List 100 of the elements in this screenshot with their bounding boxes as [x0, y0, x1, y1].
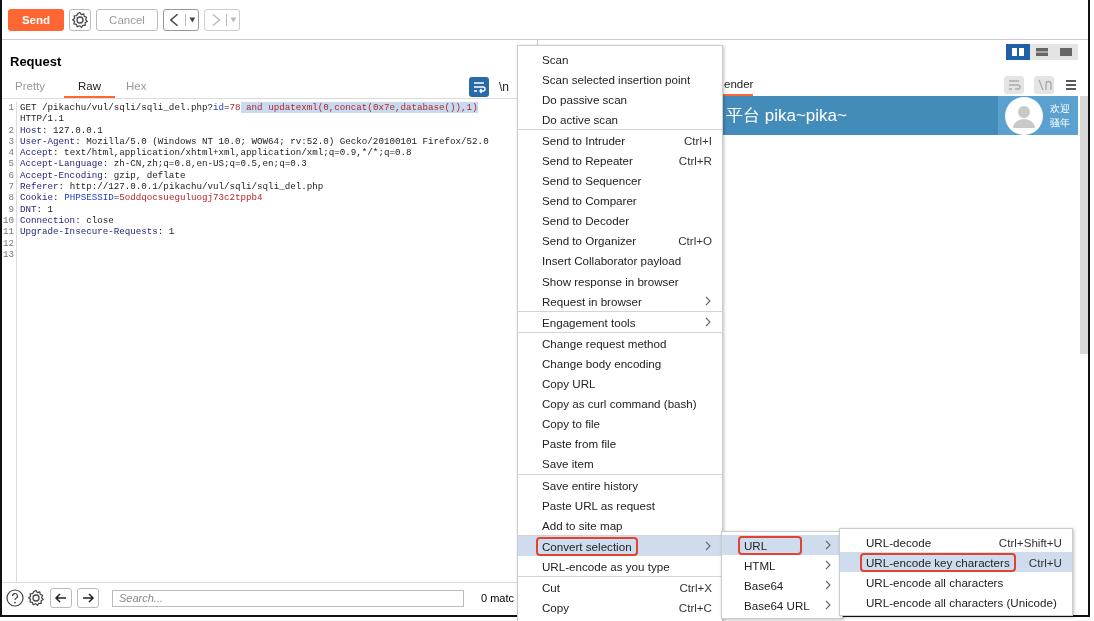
menu-item[interactable]: URL-encode as you type [518, 556, 722, 577]
menu-item[interactable]: HTML [722, 555, 842, 576]
menu-item[interactable]: Send to Intruder Ctrl+I [518, 129, 722, 151]
menu-item[interactable]: Show response in browser [518, 271, 722, 292]
chevron-icon[interactable] [704, 296, 712, 307]
next-match-button[interactable] [77, 588, 99, 608]
menu-item[interactable]: Base64 [722, 575, 842, 596]
greeting-text: 欢迎 [1050, 101, 1070, 116]
greeting-text: 骚年 [1050, 115, 1070, 130]
chevron-icon[interactable] [824, 600, 832, 611]
menu-item[interactable]: Request in browser [518, 291, 722, 312]
menu-item[interactable]: Convert selection [518, 535, 722, 557]
shortcut-text: Ctrl+X [679, 581, 712, 594]
line-number: 10 [2, 214, 15, 227]
match-count: 0 matc [481, 592, 514, 604]
annotation-outline [738, 535, 802, 555]
menu-item[interactable]: Paste from file [518, 433, 722, 454]
code-text: : zh-CN,zh;q=0.8,en-US;q=0.5,en;q=0.3 [102, 158, 307, 170]
shortcut-text: Ctrl+Shift+U [998, 535, 1062, 549]
menu-item[interactable]: Change request method [518, 332, 722, 354]
menu-icon[interactable] [1064, 78, 1078, 92]
help-icon[interactable] [6, 589, 24, 607]
menu-item[interactable]: Do active scan [518, 109, 722, 130]
code-text: = [224, 102, 230, 113]
back-button[interactable] [163, 8, 199, 31]
shortcut-text: Ctrl+O [678, 234, 712, 248]
menu-item[interactable]: Scan selected insertion point [518, 69, 722, 90]
newline-toggle[interactable]: \n [499, 80, 509, 94]
code-text: 5oddqocsueguluogj73c2tppb4 [119, 192, 263, 204]
editor-tab[interactable]: Raw [64, 76, 116, 98]
avatar-icon[interactable] [1004, 95, 1044, 136]
code-text: Cookie [20, 192, 54, 204]
scrollbar[interactable] [1080, 96, 1088, 354]
word-wrap-icon[interactable] [469, 77, 489, 97]
menu-item[interactable]: Engagement tools [518, 311, 722, 333]
code-text: = [113, 192, 120, 204]
code-text: DNT [20, 203, 37, 215]
shortcut-text: Ctrl+R [678, 154, 712, 167]
layout-button[interactable] [1006, 44, 1030, 60]
code-text: PHPSESSID [64, 192, 114, 204]
menu-item[interactable]: Base64 URL [722, 595, 842, 616]
menu-item[interactable]: Copy URL [518, 373, 722, 394]
menu-item[interactable]: Send to Decoder [518, 210, 722, 231]
code-text: HTTP/1.1 [20, 113, 65, 125]
line-number: 3 [7, 135, 15, 148]
menu-item[interactable]: Scan [518, 49, 722, 70]
panel-title: Request [9, 53, 63, 71]
line-number: 6 [7, 169, 15, 182]
shortcut-text: Ctrl+C [678, 601, 712, 615]
menu-item[interactable]: Send to Sequencer [518, 170, 722, 191]
chevron-icon[interactable] [824, 560, 832, 571]
layout-button[interactable] [1030, 44, 1054, 60]
menu-item[interactable]: Save entire history [518, 473, 722, 496]
line-number: 2 [7, 124, 15, 136]
layout-button[interactable] [1054, 44, 1078, 60]
menu-item[interactable]: Add to site map [518, 515, 722, 536]
menu-item[interactable]: Paste URL as request [518, 495, 722, 516]
code-text: id [213, 102, 224, 113]
menu-item[interactable]: Send to Repeater Ctrl+R [518, 150, 722, 171]
code-text: Referer [20, 181, 59, 193]
menu-item[interactable]: Copy to file [518, 413, 722, 434]
code-text: : 1 [36, 203, 54, 215]
line-number: 1 [7, 102, 15, 114]
chevron-icon[interactable] [704, 317, 712, 328]
previous-match-button[interactable] [50, 588, 72, 608]
search-field[interactable]: Search... [112, 589, 464, 607]
caret-icon [230, 16, 237, 23]
code-text: User-Agent [20, 135, 76, 147]
line-number: 11 [2, 226, 15, 238]
chevron-icon[interactable] [824, 540, 832, 551]
menu-item[interactable]: Send to Organizer Ctrl+O [518, 230, 722, 251]
menu-item[interactable]: Send to Comparer [518, 190, 722, 211]
code-text: : 127.0.0.1 [42, 124, 103, 136]
line-number: 4 [7, 147, 15, 159]
site-title: 平台 pika~pika~ [725, 105, 847, 127]
menu-item[interactable]: Copy as curl command (bash) [518, 393, 722, 414]
menu-item[interactable]: Insert Collaborator payload [518, 250, 722, 272]
code-text: 78 [229, 102, 241, 113]
line-number: 13 [2, 248, 15, 261]
chevron-icon[interactable] [824, 580, 832, 591]
code-text: : [53, 192, 60, 204]
settings-icon[interactable] [27, 589, 45, 607]
caret-icon [189, 16, 196, 23]
code-text: : gzip, deflate [102, 169, 186, 181]
code-text: : text/html,application/xhtml+xml,application/xml;q=0.9,*/*;q=0.8 [53, 147, 412, 159]
menu-item[interactable]: Copy Ctrl+C [518, 597, 722, 618]
menu-item[interactable]: URL-encode key characters Ctrl+U [840, 552, 1072, 573]
menu-item[interactable]: Save item [518, 453, 722, 474]
menu-item[interactable]: Change body encoding [518, 353, 722, 374]
menu-item[interactable]: URL [722, 535, 842, 556]
menu-item[interactable]: URL-decode Ctrl+Shift+U [840, 532, 1072, 553]
chevron-icon[interactable] [704, 541, 712, 552]
code-text: GET /pikachu/vul/sqli/sqli_del.php? [20, 102, 213, 113]
menu-item[interactable]: Do passive scan [518, 89, 722, 110]
code-text: Accept-Encoding [20, 169, 103, 181]
menu-item[interactable]: URL-encode all characters (Unicode) [840, 592, 1072, 613]
menu-item[interactable]: URL-encode all characters [840, 572, 1072, 593]
layout-icon [1034, 45, 1050, 59]
layout-icon [1058, 45, 1074, 59]
shortcut-text: Ctrl+U [1028, 555, 1062, 569]
